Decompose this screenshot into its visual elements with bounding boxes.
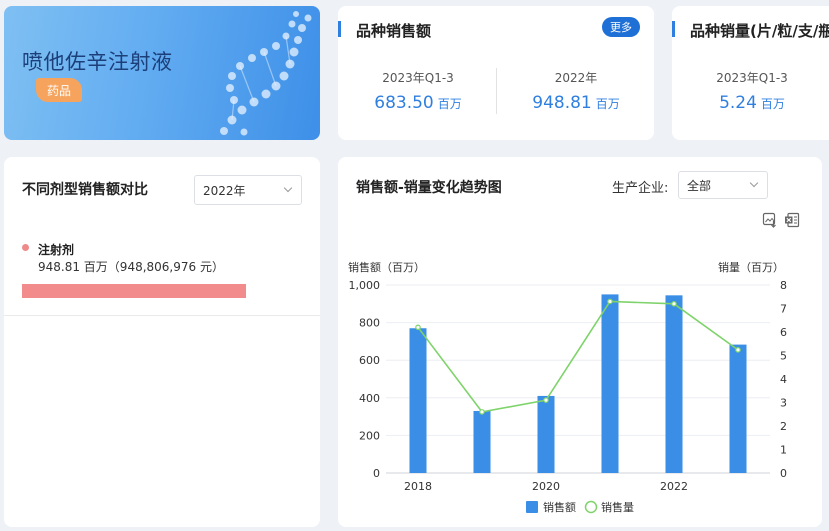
sales-period-label: 2022年 xyxy=(554,71,598,85)
y2-tick-label: 5 xyxy=(780,350,787,363)
y-tick-label: 600 xyxy=(359,354,380,367)
volume-card: 品种销量(片/粒/支/瓶) 2023年Q1-3 5.24 百万 xyxy=(672,6,829,140)
drug-tag: 药品 xyxy=(36,78,82,102)
legend-label: 销售额 xyxy=(543,500,576,514)
y2-tick-label: 2 xyxy=(780,420,787,433)
legend-swatch-line xyxy=(584,500,598,514)
dosage-form-bar xyxy=(22,284,246,298)
y-tick-label: 1,000 xyxy=(349,279,381,292)
line-point xyxy=(735,347,741,353)
sales-card: 品种销售额 更多 2023年Q1-3 683.50 百万 2022年 948.81… xyxy=(338,6,654,140)
dosage-panel-title: 不同剂型销售额对比 xyxy=(22,182,148,198)
title-accent xyxy=(338,21,341,37)
legend-dot xyxy=(22,244,29,251)
volume-card-title: 品种销量(片/粒/支/瓶) xyxy=(690,22,829,40)
bar xyxy=(473,410,491,473)
y2-tick-label: 1 xyxy=(780,444,787,457)
y-tick-label: 0 xyxy=(373,467,380,480)
x-tick-label: 2022 xyxy=(660,480,688,493)
bar xyxy=(601,294,619,473)
bar xyxy=(537,395,555,473)
line-point xyxy=(543,397,549,403)
sales-value-number: 683.50 xyxy=(374,93,434,113)
y2-tick-label: 7 xyxy=(780,303,787,316)
line-point xyxy=(607,298,613,305)
line-point xyxy=(671,301,677,307)
sales-value-number: 948.81 xyxy=(532,93,592,113)
y2-tick-label: 6 xyxy=(780,326,787,339)
volume-period-label: 2023年Q1-3 xyxy=(716,71,788,85)
dosage-form-panel: 不同剂型销售额对比 2022年 注射剂 948.81 百万（948,806,97… xyxy=(4,157,320,527)
sales-period-value: 683.50 百万 xyxy=(358,93,478,113)
trend-chart: 0 200 400 600 800 1,000 0 1 2 3 4 5 6 7 8 2018 2020 2022 销… xyxy=(349,279,788,514)
line-point xyxy=(479,409,485,415)
chevron-down-icon xyxy=(283,183,293,193)
sales-value-unit: 百万 xyxy=(595,97,620,111)
divider xyxy=(4,315,320,316)
x-tick-label: 2020 xyxy=(532,480,560,493)
divider xyxy=(496,68,497,114)
trend-panel: 销售额-销量变化趋势图 生产企业: 全部 销售额（百万） 销量（百万） 0 200… xyxy=(338,157,822,527)
hero-banner: 喷他佐辛注射液 药品 xyxy=(4,6,320,140)
sales-period-label: 2023年Q1-3 xyxy=(382,71,454,85)
volume-value-unit: 百万 xyxy=(760,97,785,111)
sales-period-value: 948.81 百万 xyxy=(516,93,636,113)
more-button[interactable]: 更多 xyxy=(602,17,640,37)
legend-swatch-bar xyxy=(526,501,538,513)
bar xyxy=(665,295,683,473)
dosage-form-value: 948.81 百万（948,806,976 元） xyxy=(38,260,224,274)
bar xyxy=(409,328,427,473)
x-tick-label: 2018 xyxy=(404,480,432,493)
drug-name: 喷他佐辛注射液 xyxy=(22,50,173,74)
dosage-form-name: 注射剂 xyxy=(38,243,75,257)
y2-tick-label: 4 xyxy=(780,373,787,386)
y2-tick-label: 0 xyxy=(780,467,787,480)
sales-value-unit: 百万 xyxy=(437,97,462,111)
series-line xyxy=(417,300,739,413)
y2-tick-label: 3 xyxy=(780,397,787,410)
legend-label: 销售量 xyxy=(601,500,634,514)
year-select-value: 2022年 xyxy=(203,183,246,198)
volume-value-number: 5.24 xyxy=(719,93,757,113)
sales-card-title: 品种销售额 xyxy=(356,22,432,40)
y-tick-label: 800 xyxy=(359,317,380,330)
year-select[interactable]: 2022年 xyxy=(194,175,302,205)
dna-illustration xyxy=(220,11,312,136)
bar xyxy=(729,344,747,473)
y-tick-label: 400 xyxy=(359,392,380,405)
y2-tick-label: 8 xyxy=(780,279,787,292)
line-point xyxy=(415,324,421,331)
y-tick-label: 200 xyxy=(359,429,380,442)
volume-period-value: 5.24 百万 xyxy=(692,93,812,113)
title-accent xyxy=(672,21,675,37)
